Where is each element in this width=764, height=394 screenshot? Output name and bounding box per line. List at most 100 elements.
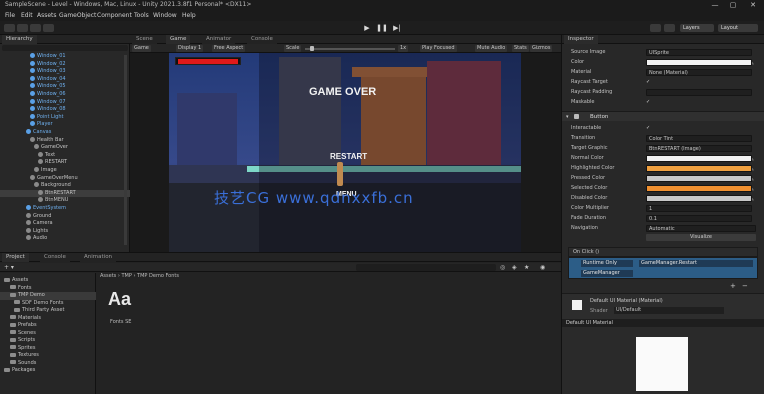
project-folder[interactable]: Materials: [0, 315, 96, 323]
property-field[interactable]: [646, 184, 752, 192]
property-field[interactable]: [646, 194, 752, 202]
property-field[interactable]: [646, 58, 752, 66]
runtime-dropdown[interactable]: Runtime Only: [581, 260, 633, 267]
foldout-icon[interactable]: ▾: [566, 112, 569, 122]
function-dropdown[interactable]: GameManager.Restart: [639, 260, 753, 267]
breadcrumb-0[interactable]: Assets: [100, 273, 116, 279]
tab-hierarchy[interactable]: Hierarchy: [2, 35, 37, 44]
add-asset-button[interactable]: + ▾: [4, 264, 14, 271]
project-search-input[interactable]: [356, 264, 496, 271]
maximize-button[interactable]: ▢: [725, 0, 741, 11]
hierarchy-item[interactable]: Background: [0, 182, 130, 190]
close-button[interactable]: ✕: [745, 0, 761, 11]
services-icon[interactable]: [43, 24, 54, 32]
property-field[interactable]: [646, 174, 752, 182]
add-listener-button[interactable]: +: [730, 282, 736, 290]
play-button[interactable]: ▶: [361, 23, 373, 33]
property-field[interactable]: UISprite: [646, 48, 752, 56]
project-folder[interactable]: Prefabs: [0, 322, 96, 330]
layout-dropdown[interactable]: Layout: [718, 24, 758, 32]
menu-gameobject[interactable]: GameObject: [59, 12, 96, 19]
property-field[interactable]: BtnRESTART (Image): [646, 144, 752, 152]
checkbox[interactable]: ✓: [646, 100, 650, 105]
project-folder[interactable]: Sprites: [0, 345, 96, 353]
menu-window[interactable]: Window: [153, 12, 177, 19]
pause-button[interactable]: ❚❚: [376, 23, 388, 33]
scale-slider[interactable]: [305, 47, 395, 50]
menu-tools[interactable]: Tools: [134, 12, 149, 19]
hierarchy-search-input[interactable]: [2, 45, 128, 51]
breadcrumb-1[interactable]: TMP: [121, 273, 131, 279]
project-folder[interactable]: Sounds: [0, 360, 96, 368]
hierarchy-item[interactable]: Image: [0, 167, 130, 175]
tab-console[interactable]: Console: [247, 35, 277, 44]
tab-scene[interactable]: Scene: [132, 35, 157, 44]
hierarchy-item[interactable]: Player: [0, 121, 130, 129]
remove-listener-button[interactable]: −: [742, 282, 748, 290]
checkbox[interactable]: ✓: [646, 126, 650, 131]
hierarchy-item[interactable]: Point Light: [0, 113, 130, 122]
hierarchy-item[interactable]: Ground: [0, 212, 130, 221]
hierarchy-item[interactable]: Health Bar: [0, 136, 130, 145]
hierarchy-scrollbar[interactable]: [124, 55, 127, 245]
account-icon[interactable]: [4, 24, 15, 32]
shader-dropdown[interactable]: UI/Default: [614, 307, 724, 314]
checkbox[interactable]: ✓: [646, 80, 650, 85]
tab-inspector[interactable]: Inspector: [564, 35, 598, 44]
project-folder[interactable]: Scenes: [0, 330, 96, 338]
project-folder[interactable]: Fonts: [0, 285, 96, 293]
visibility-icon[interactable]: ◉: [540, 264, 545, 271]
scale-slider-handle[interactable]: [310, 46, 314, 51]
property-field[interactable]: None (Material): [646, 68, 752, 76]
gizmos-dropdown[interactable]: Gizmos: [530, 45, 553, 52]
hierarchy-item[interactable]: Canvas: [0, 129, 130, 137]
stats-toggle[interactable]: Stats: [512, 45, 529, 52]
hierarchy-item[interactable]: Camera: [0, 220, 130, 228]
project-folder[interactable]: Assets: [0, 277, 96, 285]
play-focused-dropdown[interactable]: Play Focused: [420, 45, 457, 52]
restart-button[interactable]: RESTART: [330, 152, 367, 161]
minimize-button[interactable]: —: [707, 0, 723, 11]
collab-icon[interactable]: [30, 24, 41, 32]
property-field[interactable]: 0.1: [646, 214, 752, 222]
visualize-button[interactable]: Visualize: [646, 234, 756, 241]
menu-help[interactable]: Help: [182, 12, 196, 19]
property-field[interactable]: 1: [646, 204, 752, 212]
tab-project[interactable]: Project: [2, 253, 29, 262]
project-folder[interactable]: Scripts: [0, 337, 96, 345]
menu-file[interactable]: File: [5, 12, 15, 19]
button-component-header[interactable]: ▾ Button: [562, 111, 764, 121]
hierarchy-item[interactable]: Window_08: [0, 106, 130, 114]
star-icon[interactable]: ★: [524, 264, 529, 271]
hierarchy-item[interactable]: BtnRESTART: [0, 189, 130, 198]
hierarchy-item[interactable]: Window_02: [0, 60, 130, 69]
tab-animation[interactable]: Animation: [80, 253, 117, 262]
hierarchy-item[interactable]: Window_04: [0, 75, 130, 84]
font-asset-icon[interactable]: Aa: [108, 289, 131, 310]
property-field[interactable]: [646, 154, 752, 162]
tab-animator[interactable]: Animator: [202, 35, 236, 44]
hierarchy-item[interactable]: Text: [0, 151, 130, 160]
preview-header[interactable]: Default UI Material: [562, 319, 764, 327]
hierarchy-item[interactable]: GameOverMenu: [0, 174, 130, 183]
tab-game[interactable]: Game: [166, 35, 191, 44]
hierarchy-item[interactable]: GameOver: [0, 144, 130, 152]
project-folder[interactable]: Packages: [0, 367, 96, 375]
hierarchy-item[interactable]: Window_07: [0, 98, 130, 107]
search-icon[interactable]: [664, 24, 675, 32]
layers-dropdown[interactable]: Layers: [680, 24, 714, 32]
project-folder[interactable]: Textures: [0, 352, 96, 360]
navigation-dropdown[interactable]: Automatic: [646, 224, 756, 232]
hierarchy-item[interactable]: Lights: [0, 227, 130, 236]
font-asset-name[interactable]: Fonts SE: [110, 319, 131, 325]
hierarchy-item[interactable]: EventSystem: [0, 205, 130, 213]
menu-edit[interactable]: Edit: [21, 12, 33, 19]
project-folder[interactable]: TMP Demo: [0, 292, 96, 300]
cloud-icon[interactable]: [17, 24, 28, 32]
project-folder[interactable]: Third Party Asset: [0, 307, 96, 315]
object-field[interactable]: GameManager: [581, 270, 633, 277]
label-icon[interactable]: ◈: [512, 264, 517, 271]
mute-audio-toggle[interactable]: Mute Audio: [475, 45, 508, 52]
hierarchy-item[interactable]: Window_05: [0, 83, 130, 91]
property-field[interactable]: [646, 88, 752, 96]
